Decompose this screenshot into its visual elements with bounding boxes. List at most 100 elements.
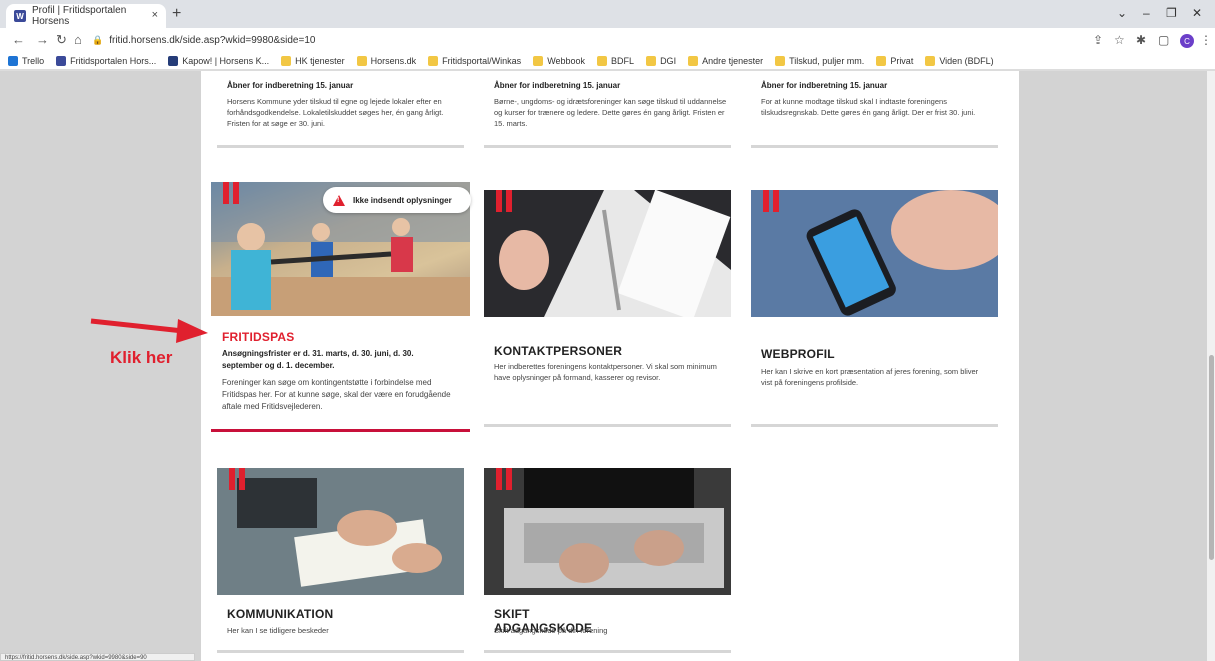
site-icon [56,55,67,66]
url-text: fritid.horsens.dk/side.asp?wkid=9980&sid… [109,34,316,46]
bookmark-folder[interactable]: DGI [646,55,677,66]
phone-illustration [751,190,998,317]
bookmark-item[interactable]: Kapow! | Horsens K... [168,55,270,66]
bookmark-label: Trello [22,55,45,66]
card-description: Børne-, ungdoms- og idrætsforeninger kan… [494,97,727,128]
bookmark-label: Fritidsportal/Winkas [442,55,522,66]
home-icon[interactable]: ⌂ [74,32,82,47]
bookmark-folder[interactable]: Fritidsportal/Winkas [428,55,522,66]
tab-title: Profil | Fritidsportalen Horsens [31,5,127,27]
card-divider [484,145,731,148]
share-icon[interactable]: ⇪ [1093,33,1103,47]
folder-icon [356,55,367,66]
kontaktpersoner-image [484,190,731,317]
card-description: For at kunne modtage tilskud skal I indt… [761,97,976,117]
kommunikation-image [217,468,464,595]
folder-icon [688,55,699,66]
bookmarks-bar: Trello Fritidsportalen Hors... Kapow! | … [0,52,1215,70]
webprofil-image [751,190,998,317]
extensions-icon[interactable]: ✱ [1136,33,1146,47]
bookmark-folder[interactable]: BDFL [597,55,635,66]
back-icon[interactable]: ← [12,32,25,47]
folder-icon [646,55,657,66]
annotation-arrow-icon [90,318,208,343]
folder-icon [281,55,292,66]
new-tab-button[interactable]: + [172,5,181,23]
bookmark-label: Fritidsportalen Hors... [70,55,157,66]
card-divider [751,145,998,148]
folder-icon [533,55,544,66]
reload-icon[interactable]: ↻ [56,32,67,48]
card-divider [217,145,464,148]
card-divider [484,650,731,653]
site-favicon-icon: W [14,10,26,22]
site-icon [168,55,179,66]
bookmark-label: Privat [890,55,914,66]
bookmark-folder[interactable]: Andre tjenester [688,55,764,66]
notebook-illustration [484,190,731,317]
bookmark-item[interactable]: Trello [8,55,45,66]
laptop-illustration [484,468,731,595]
card-description: Her kan I skrive en kort præsentation af… [761,367,979,387]
bookmark-label: Tilskud, puljer mm. [789,55,865,66]
bookmark-folder[interactable]: Horsens.dk [356,55,417,66]
card-heading: Åbner for indberetning 15. januar [761,81,888,90]
bookmark-folder[interactable]: Privat [876,55,914,66]
scrollbar-thumb[interactable] [1209,355,1214,560]
bookmark-folder[interactable]: Tilskud, puljer mm. [775,55,865,66]
close-window-icon[interactable]: ✕ [1192,6,1202,20]
card-description: Skift adgangskode på din forening [494,626,608,635]
status-badge: ! Ikke indsendt oplysninger [323,187,471,213]
brand-stripes [496,190,514,212]
tab-close-icon[interactable]: × [152,9,158,21]
profile-avatar[interactable]: C [1180,34,1194,48]
card-heading: Åbner for indberetning 15. januar [494,81,621,90]
card-description: Her kan I se tidligere beskeder [227,626,329,635]
folder-icon [428,55,439,66]
card-description: Foreninger kan søge om kontingentstøtte … [222,378,451,411]
card-divider [484,424,731,427]
bookmark-label: Kapow! | Horsens K... [182,55,270,66]
card-title: KOMMUNIKATION [227,607,334,621]
bookmark-folder[interactable]: Webbook [533,55,586,66]
tab-search-icon[interactable]: ⌄ [1117,6,1127,20]
card-description: Horsens Kommune yder tilskud til egne og… [227,97,444,128]
browser-tab-bar: W Profil | Fritidsportalen Horsens × + ⌄… [0,0,1215,28]
brand-stripes [223,182,241,204]
url-field[interactable]: 🔒 fritid.horsens.dk/side.asp?wkid=9980&s… [92,31,1092,49]
restore-icon[interactable]: ❐ [1166,6,1177,20]
annotation-label: Klik her [110,348,173,367]
brand-stripes [229,468,247,490]
folder-icon [925,55,936,66]
bookmark-label: BDFL [611,55,635,66]
bookmark-label: Webbook [547,55,586,66]
brand-stripes [763,190,781,212]
card-divider-active [211,429,470,432]
writing-illustration [217,468,464,595]
bookmark-item[interactable]: Fritidsportalen Hors... [56,55,157,66]
folder-icon [876,55,887,66]
card-title: KONTAKTPERSONER [494,344,623,358]
bookmark-star-icon[interactable]: ☆ [1114,33,1125,47]
bookmark-label: Viden (BDFL) [939,55,994,66]
card-heading: Åbner for indberetning 15. januar [227,81,354,90]
brand-stripes [496,468,514,490]
browser-status-bar: https://fritid.horsens.dk/side.asp?wkid=… [0,653,195,661]
bookmark-label: Horsens.dk [370,55,417,66]
bookmark-folder[interactable]: Viden (BDFL) [925,55,994,66]
side-panel-icon[interactable]: ▢ [1158,33,1169,47]
adgangskode-image [484,468,731,595]
card-divider [217,650,464,653]
bookmark-label: Andre tjenester [702,55,764,66]
minimize-icon[interactable]: – [1143,6,1150,20]
bookmark-label: DGI [660,55,677,66]
address-toolbar: ← → ↻ ⌂ 🔒 fritid.horsens.dk/side.asp?wki… [0,28,1215,52]
bookmark-label: HK tjenester [295,55,345,66]
card-divider [751,424,998,427]
bookmark-folder[interactable]: HK tjenester [281,55,345,66]
forward-icon[interactable]: → [36,32,49,47]
browser-tab[interactable]: W Profil | Fritidsportalen Horsens × [6,4,166,28]
folder-icon [775,55,786,66]
menu-icon[interactable]: ⋮ [1200,33,1212,47]
trello-icon [8,55,18,66]
